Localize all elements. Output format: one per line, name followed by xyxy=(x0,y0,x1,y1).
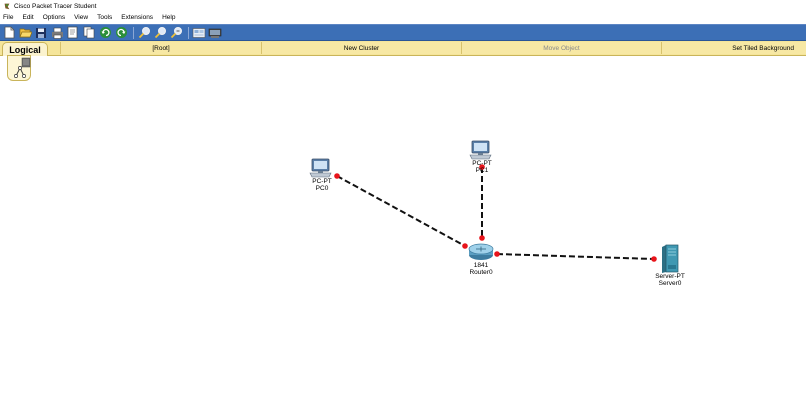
app-icon xyxy=(4,3,10,10)
save-button[interactable] xyxy=(34,26,48,40)
pc0-model-label: PC-PT xyxy=(312,178,332,185)
zoom-in-button[interactable] xyxy=(137,26,151,40)
undo-icon xyxy=(99,27,111,38)
link-endpoint-router0-pc1 xyxy=(479,235,485,241)
menu-bar: File Edit Options View Tools Extensions … xyxy=(0,12,806,23)
zoom-reset-icon xyxy=(154,27,166,39)
menu-edit[interactable]: Edit xyxy=(22,14,33,21)
pc1-model-label: PC-PT xyxy=(472,160,492,167)
pc0-label: PC-PT PC0 xyxy=(312,178,332,192)
logical-workspace-canvas[interactable]: PC-PT PC0 PC-PT PC1 1841 Router0 Server-… xyxy=(0,57,806,412)
menu-extensions[interactable]: Extensions xyxy=(121,14,153,21)
server0-label: Server-PT Server0 xyxy=(655,273,685,287)
zoom-in-icon xyxy=(138,27,150,39)
router0-device[interactable] xyxy=(468,243,494,260)
server0-device[interactable] xyxy=(662,244,679,273)
window-title: Cisco Packet Tracer Student xyxy=(14,2,97,10)
new-cluster-label: New Cluster xyxy=(343,44,380,52)
link-endpoint-server0 xyxy=(651,256,657,262)
workspace-bar: [Root] New Cluster Move Object Set Tiled… xyxy=(0,41,806,56)
tab-logical-label: Logical xyxy=(9,44,41,55)
menu-view[interactable]: View xyxy=(74,14,88,21)
link-endpoint-pc0 xyxy=(334,173,340,179)
pc0-name-label: PC0 xyxy=(315,185,329,192)
link-endpoint-router0-pc0 xyxy=(462,243,468,249)
custom-device-button[interactable] xyxy=(208,26,222,40)
open-button[interactable] xyxy=(18,26,32,40)
palette-icon xyxy=(192,27,206,38)
print-icon xyxy=(51,27,63,39)
toolbar-separator xyxy=(133,26,134,39)
link-endpoint-router0-server0 xyxy=(494,251,500,257)
palette-button[interactable] xyxy=(192,26,206,40)
activity-wizard-icon xyxy=(67,26,78,39)
pc0-device[interactable] xyxy=(309,158,332,178)
menu-file[interactable]: File xyxy=(3,14,13,21)
link-pc0-router0[interactable] xyxy=(334,173,468,249)
menu-tools[interactable]: Tools xyxy=(97,14,112,21)
topology-diagram xyxy=(309,140,679,273)
main-toolbar xyxy=(0,24,806,41)
router0-model-label: 1841 xyxy=(473,262,489,269)
title-bar: Cisco Packet Tracer Student xyxy=(0,0,806,12)
root-button[interactable]: [Root] xyxy=(60,42,261,54)
redo-icon xyxy=(115,27,127,38)
zoom-reset-button[interactable] xyxy=(153,26,167,40)
server0-model-label: Server-PT xyxy=(655,273,685,280)
link-router0-server0[interactable] xyxy=(494,251,657,262)
new-button[interactable] xyxy=(2,26,16,40)
zoom-out-button[interactable] xyxy=(169,26,183,40)
move-object-button[interactable]: Move Object xyxy=(461,42,661,54)
router0-name-label: Router0 xyxy=(469,269,493,276)
root-label: [Root] xyxy=(152,44,170,52)
link-pc1-router0[interactable] xyxy=(479,164,485,241)
set-tiled-background-label: Set Tiled Background xyxy=(732,44,794,52)
activity-wizard-button[interactable] xyxy=(66,26,80,40)
copy-icon xyxy=(83,26,94,39)
router0-label: 1841 Router0 xyxy=(469,262,492,276)
print-button[interactable] xyxy=(50,26,64,40)
pc1-label: PC-PT PC1 xyxy=(472,160,492,174)
navigation-button[interactable] xyxy=(7,55,31,81)
save-icon xyxy=(36,27,46,38)
move-object-label: Move Object xyxy=(543,44,580,52)
navigation-icon xyxy=(14,57,31,78)
menu-options[interactable]: Options xyxy=(43,14,65,21)
new-cluster-button[interactable]: New Cluster xyxy=(261,42,461,54)
tab-logical[interactable]: Logical xyxy=(2,42,48,56)
custom-device-icon xyxy=(208,28,222,38)
redo-button[interactable] xyxy=(114,26,128,40)
open-icon xyxy=(18,28,32,38)
toolbar-separator xyxy=(188,26,189,39)
server0-name-label: Server0 xyxy=(658,280,682,287)
set-tiled-background-button[interactable]: Set Tiled Background xyxy=(661,42,806,54)
new-icon xyxy=(4,26,14,39)
zoom-out-icon xyxy=(170,27,182,39)
undo-button[interactable] xyxy=(98,26,112,40)
menu-help[interactable]: Help xyxy=(162,14,175,21)
pc1-name-label: PC1 xyxy=(475,167,489,174)
copy-button[interactable] xyxy=(82,26,96,40)
pc1-device[interactable] xyxy=(469,140,492,160)
